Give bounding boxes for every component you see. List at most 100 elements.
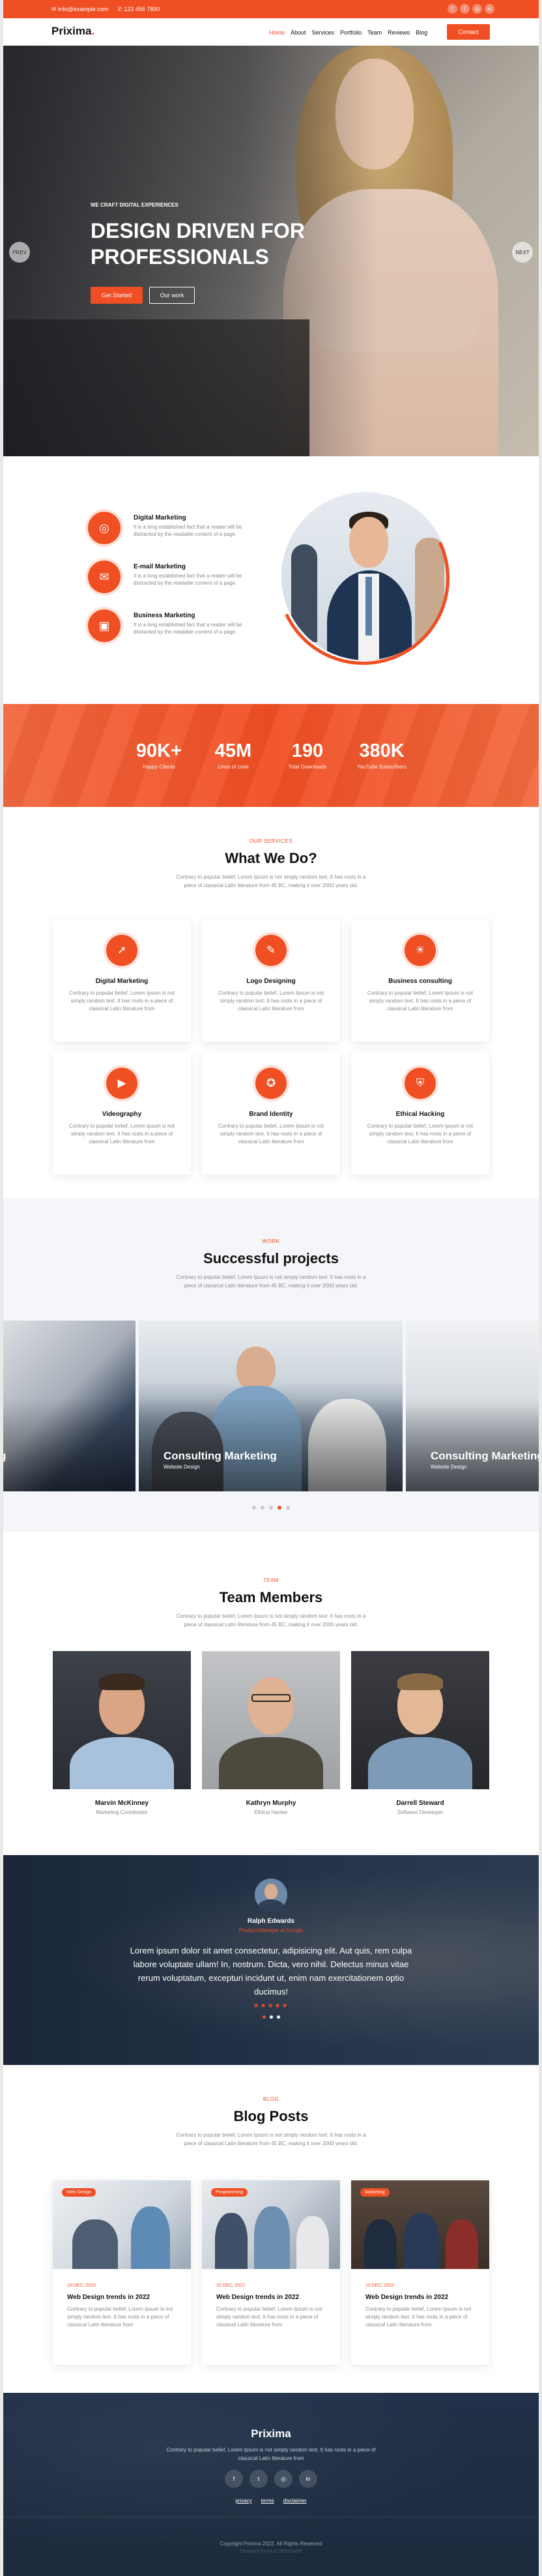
pagination-dot[interactable] [269, 2015, 273, 2019]
testimonial-role: Product Manager at Google [238, 1927, 304, 1933]
linkedin-icon[interactable]: in [485, 4, 494, 14]
header: Prixima. Home About Services Portfolio T… [3, 18, 539, 46]
pagination-dot[interactable] [286, 1506, 290, 1510]
terms-link[interactable]: terms [261, 2498, 274, 2504]
projects-section: WORK Successful projects Contrary to pop… [3, 1198, 539, 1532]
instagram-icon[interactable]: ◎ [472, 4, 482, 14]
email-link[interactable]: ✉ info@example.com [51, 6, 108, 13]
pagination-dot[interactable] [252, 1506, 256, 1510]
logo[interactable]: Prixima. [51, 25, 94, 38]
service-card[interactable]: ▶ Videography Contrary to popular belief… [53, 1052, 191, 1175]
service-card[interactable]: ✪ Brand Identity Contrary to popular bel… [202, 1052, 340, 1175]
phone-link[interactable]: ✆ 123 456 7890 [117, 6, 160, 13]
accent-ring [252, 467, 474, 690]
rocket-icon: ➚ [106, 935, 137, 966]
blog-title: Blog Posts [233, 2108, 309, 2124]
get-started-button[interactable]: Get Started [91, 287, 143, 304]
nav-about[interactable]: About [291, 29, 306, 36]
service-card[interactable]: ✎ Logo Designing Contrary to popular bel… [202, 919, 340, 1042]
stat-item: 190 Total Downloads [288, 740, 327, 770]
twitter-icon[interactable]: t [460, 4, 470, 14]
avatar [255, 1879, 287, 1911]
member-photo [351, 1651, 489, 1789]
testimonial-quote: Lorem ipsum dolor sit amet consectetur, … [130, 1946, 412, 1997]
footer-social: f t ◎ in [3, 2470, 539, 2488]
nav-reviews[interactable]: Reviews [388, 29, 410, 36]
projects-lead: Contrary to popular belief, Lorem Ipsum … [176, 1274, 366, 1289]
team-member[interactable]: Marvin McKinney Marketing Coordinator [53, 1651, 191, 1815]
shield-icon: ⛨ [405, 1068, 436, 1099]
team-eyebrow: TEAM [263, 1577, 279, 1583]
service-card[interactable]: ⛨ Ethical Hacking Contrary to popular be… [351, 1052, 489, 1175]
services-lead: Contrary to popular belief, Lorem Ipsum … [176, 874, 366, 888]
post-tag[interactable]: Programming [211, 2188, 248, 2197]
footer-desc: Contrary to popular belief, Lorem Ipsum … [166, 2447, 376, 2461]
blog-eyebrow: BLOG [263, 2096, 279, 2102]
projects-pagination [3, 1506, 539, 1510]
disclaimer-link[interactable]: disclaimer [283, 2498, 307, 2504]
our-work-button[interactable]: Our work [149, 287, 195, 304]
services-eyebrow: OUR SERVICES [249, 838, 293, 844]
post-tag[interactable]: Marketing [360, 2188, 390, 2197]
blog-lead: Contrary to popular belief, Lorem Ipsum … [176, 2132, 366, 2146]
facebook-icon[interactable]: f [225, 2470, 243, 2488]
post-tag[interactable]: Web Design [62, 2188, 96, 2197]
blog-post-card[interactable]: Marketing 10 DEC, 2022 Web Design trends… [351, 2180, 489, 2365]
pagination-dot-active[interactable] [262, 2015, 266, 2019]
stat-item: 45M Lines of code [214, 740, 252, 770]
projects-eyebrow: WORK [262, 1238, 280, 1244]
designed-by: Designed by KILD DESIGNER [240, 2549, 302, 2554]
nav-team[interactable]: Team [367, 29, 382, 36]
team-title: Team Members [219, 1589, 323, 1605]
project-card[interactable]: Consulting Marketing Website Design [139, 1321, 403, 1491]
mail-icon: ✉ [51, 6, 57, 12]
feature-item: ✉ E-mail Marketing It is a long establis… [88, 561, 270, 600]
service-card[interactable]: ➚ Digital Marketing Contrary to popular … [53, 919, 191, 1042]
projects-title: Successful projects [203, 1250, 339, 1266]
project-card[interactable]: g [3, 1321, 136, 1491]
member-photo [53, 1651, 191, 1789]
target-icon: ◎ [88, 512, 121, 544]
services-title: What We Do? [225, 850, 317, 866]
testimonial-pagination [3, 2015, 539, 2019]
project-card[interactable]: Consulting Marketing Website Design [406, 1321, 539, 1491]
pagination-dot-active[interactable] [278, 1506, 281, 1510]
hero-next-button[interactable]: NEXT [512, 242, 533, 263]
pagination-dot[interactable] [261, 1506, 264, 1510]
nav-services[interactable]: Services [312, 29, 335, 36]
contact-button[interactable]: Contact [447, 24, 490, 40]
privacy-link[interactable]: privacy [235, 2498, 251, 2504]
team-member[interactable]: Kathryn Murphy Ethical Hacker [202, 1651, 340, 1815]
phone-icon: ✆ [117, 6, 122, 12]
blog-post-card[interactable]: Programming 10 DEC, 2022 Web Design tren… [202, 2180, 340, 2365]
stats-section: 90K+ Happy Clients 45M Lines of code 190… [3, 704, 539, 807]
footer-links: privacy terms disclaimer [3, 2498, 539, 2504]
badge-icon: ✪ [255, 1068, 287, 1099]
video-icon: ▶ [106, 1068, 137, 1099]
instagram-icon[interactable]: ◎ [274, 2470, 292, 2488]
blog-section: BLOG Blog Posts Contrary to popular beli… [3, 2065, 539, 2393]
rating-stars-icon: ★★★★★ [253, 2002, 289, 2010]
linkedin-icon[interactable]: in [299, 2470, 317, 2488]
pagination-dot[interactable] [276, 2015, 280, 2019]
page: ✉ info@example.com ✆ 123 456 7890 f t ◎ … [3, 0, 539, 2576]
hero-prev-button[interactable]: PREV [9, 242, 30, 263]
pen-tool-icon: ✎ [255, 935, 287, 966]
nav-blog[interactable]: Blog [416, 29, 427, 36]
lightbulb-icon: ☀ [405, 935, 436, 966]
pagination-dot[interactable] [269, 1506, 273, 1510]
footer-logo[interactable]: Prixima [3, 2427, 539, 2440]
facebook-icon[interactable]: f [448, 4, 457, 14]
nav-portfolio[interactable]: Portfolio [340, 29, 362, 36]
blog-post-card[interactable]: Web Design 10 DEC, 2022 Web Design trend… [53, 2180, 191, 2365]
nav-home[interactable]: Home [269, 29, 285, 36]
twitter-icon[interactable]: t [250, 2470, 268, 2488]
service-card[interactable]: ☀ Business consulting Contrary to popula… [351, 919, 489, 1042]
team-section: TEAM Team Members Contrary to popular be… [3, 1532, 539, 1855]
topbar-social: f t ◎ in [448, 4, 494, 14]
topbar: ✉ info@example.com ✆ 123 456 7890 f t ◎ … [3, 0, 539, 18]
stat-item: 380K YouTube Subscribers [357, 740, 406, 770]
team-member[interactable]: Darrell Steward Software Developer [351, 1651, 489, 1815]
stat-item: 90K+ Happy Clients [136, 740, 182, 770]
email-icon: ✉ [88, 561, 121, 593]
